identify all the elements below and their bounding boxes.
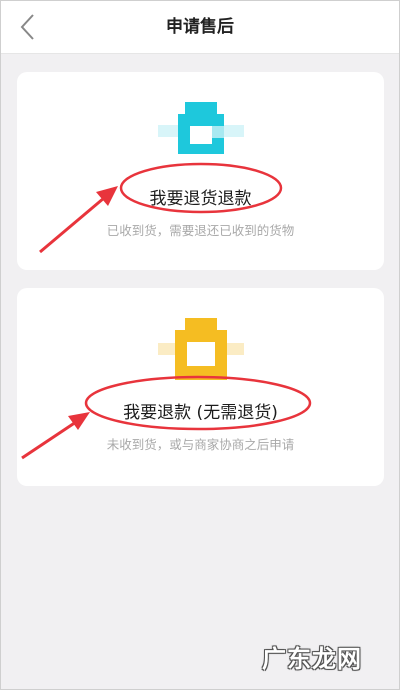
nav-bar: 申请售后 bbox=[0, 0, 400, 54]
option-label: 我要退货退款 bbox=[149, 189, 252, 209]
return-and-refund-option[interactable]: 我要退货退款 已收到货，需要退还已收到的货物 bbox=[17, 72, 384, 270]
refund-box-icon bbox=[157, 318, 244, 380]
watermark: 广东龙网 bbox=[262, 645, 362, 673]
option-description: 已收到货，需要退还已收到的货物 bbox=[106, 223, 295, 238]
refund-only-option[interactable]: 我要退款 (无需退货) 未收到货，或与商家协商之后申请 bbox=[17, 288, 384, 486]
option-description: 未收到货，或与商家协商之后申请 bbox=[106, 437, 295, 452]
return-box-icon bbox=[157, 102, 244, 154]
page-title: 申请售后 bbox=[166, 17, 234, 37]
option-label: 我要退款 (无需退货) bbox=[123, 403, 278, 423]
